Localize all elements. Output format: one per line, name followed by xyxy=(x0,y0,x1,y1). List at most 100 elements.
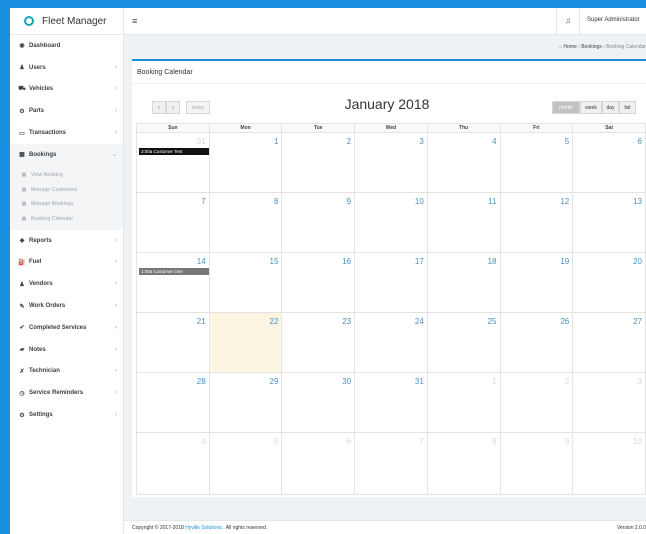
brand[interactable]: Fleet Manager xyxy=(10,8,123,35)
calendar-day-cell[interactable]: 24 xyxy=(354,312,428,373)
day-number[interactable]: 2 xyxy=(347,137,351,146)
sidebar-item-fuel[interactable]: ⛽ Fuel ‹ xyxy=(10,252,123,274)
view-month-button[interactable]: month xyxy=(552,101,580,114)
day-number[interactable]: 27 xyxy=(633,317,642,326)
calendar-day-cell[interactable]: 10 xyxy=(572,432,646,495)
calendar-day-cell[interactable]: 6 xyxy=(281,432,356,495)
calendar-day-cell[interactable]: 26 xyxy=(499,312,574,373)
sidebar-item-settings[interactable]: ⚙ Settings ‹ xyxy=(10,404,123,426)
calendar-day-cell[interactable]: 9 xyxy=(281,192,356,253)
day-number[interactable]: 6 xyxy=(638,137,642,146)
day-number[interactable]: 3 xyxy=(419,137,423,146)
calendar-day-cell[interactable]: 10 xyxy=(354,192,428,253)
day-number[interactable]: 1 xyxy=(492,377,496,386)
calendar-day-cell[interactable]: 29 xyxy=(208,372,283,433)
sidebar-item-bookings[interactable]: ▦ Bookings ⌄ xyxy=(10,143,123,166)
day-number[interactable]: 4 xyxy=(201,437,205,446)
day-number[interactable]: 9 xyxy=(565,437,569,446)
calendar-day-cell[interactable]: 17 xyxy=(354,252,428,313)
day-number[interactable]: 14 xyxy=(197,257,206,266)
day-number[interactable]: 3 xyxy=(638,377,642,386)
day-number[interactable]: 7 xyxy=(419,437,423,446)
calendar-day-cell[interactable]: 2 xyxy=(281,132,356,193)
day-number[interactable]: 11 xyxy=(488,197,496,206)
calendar-day-cell[interactable]: 1 xyxy=(208,132,283,193)
day-number[interactable]: 22 xyxy=(270,317,279,326)
day-number[interactable]: 8 xyxy=(492,437,496,446)
day-number[interactable]: 5 xyxy=(274,437,278,446)
user-menu[interactable]: Super Administrator xyxy=(587,17,640,23)
sidebar-item-users[interactable]: ♟ Users ‹ xyxy=(10,57,123,79)
submenu-item-manage-customers[interactable]: ▦ Manage Customers xyxy=(10,182,123,197)
calendar-day-cell[interactable]: 9 xyxy=(499,432,574,495)
menu-toggle-icon[interactable]: ≡ xyxy=(132,16,137,26)
breadcrumb-section[interactable]: Bookings xyxy=(581,44,602,50)
day-number[interactable]: 6 xyxy=(347,437,351,446)
day-number[interactable]: 31 xyxy=(415,377,424,386)
calendar-day-cell[interactable]: 4 xyxy=(426,132,501,193)
sidebar-item-service-reminders[interactable]: ◷ Service Reminders ‹ xyxy=(10,382,123,404)
prev-month-button[interactable]: ‹ xyxy=(152,101,166,114)
day-number[interactable]: 7 xyxy=(201,197,205,206)
submenu-item-manage-bookings[interactable]: ▦ Manage Bookings xyxy=(10,197,123,212)
day-number[interactable]: 12 xyxy=(560,197,569,206)
day-number[interactable]: 20 xyxy=(633,257,642,266)
calendar-day-cell[interactable]: 16 xyxy=(281,252,356,313)
day-number[interactable]: 8 xyxy=(274,197,278,206)
calendar-day-cell[interactable]: 31 xyxy=(354,372,428,433)
calendar-event[interactable]: 1:00a Customer One xyxy=(139,268,209,275)
calendar-day-cell[interactable]: 2 xyxy=(499,372,574,433)
today-button[interactable]: today xyxy=(186,101,210,114)
sidebar-item-completed-services[interactable]: ✔ Completed Services ‹ xyxy=(10,317,123,339)
sidebar-item-reports[interactable]: ◆ Reports ‹ xyxy=(10,230,123,252)
calendar-day-cell[interactable]: 31 3:00a Customer Test xyxy=(136,132,210,193)
calendar-day-cell[interactable]: 15 xyxy=(208,252,283,313)
submenu-item-view-booking[interactable]: ▦ View Booking xyxy=(10,168,123,183)
calendar-day-cell[interactable]: 22 xyxy=(208,312,283,373)
calendar-day-cell[interactable]: 28 xyxy=(136,372,210,433)
day-number[interactable]: 25 xyxy=(488,317,497,326)
day-number[interactable]: 2 xyxy=(565,377,569,386)
day-number[interactable]: 4 xyxy=(492,137,496,146)
day-number[interactable]: 13 xyxy=(633,197,642,206)
sidebar-item-technician[interactable]: ✗ Technician ‹ xyxy=(10,361,123,383)
day-number[interactable]: 10 xyxy=(633,437,642,446)
day-number[interactable]: 10 xyxy=(415,197,424,206)
calendar-day-cell[interactable]: 7 xyxy=(136,192,210,253)
view-day-button[interactable]: day xyxy=(602,101,619,114)
calendar-event[interactable]: 3:00a Customer Test xyxy=(139,148,209,155)
calendar-day-cell[interactable]: 25 xyxy=(426,312,501,373)
sidebar-item-dashboard[interactable]: ◉ Dashboard xyxy=(10,35,123,57)
sidebar-item-work-orders[interactable]: ✎ Work Orders ‹ xyxy=(10,295,123,317)
calendar-day-cell[interactable]: 18 xyxy=(426,252,501,313)
calendar-day-cell[interactable]: 11 xyxy=(426,192,501,253)
calendar-day-cell[interactable]: 13 xyxy=(572,192,646,253)
calendar-day-cell[interactable]: 4 xyxy=(136,432,210,495)
day-number[interactable]: 15 xyxy=(270,257,279,266)
day-number[interactable]: 30 xyxy=(342,377,351,386)
sidebar-item-vendors[interactable]: ♟ Vendors ‹ xyxy=(10,273,123,295)
breadcrumb-home[interactable]: Home xyxy=(563,44,576,50)
calendar-day-cell[interactable]: 5 xyxy=(208,432,283,495)
calendar-day-cell[interactable]: 30 xyxy=(281,372,356,433)
day-number[interactable]: 16 xyxy=(342,257,351,266)
sidebar-item-transactions[interactable]: ▭ Transactions ‹ xyxy=(10,122,123,144)
submenu-item-booking-calendar[interactable]: ▦ Booking Calendar xyxy=(10,211,123,226)
day-number[interactable]: 21 xyxy=(197,317,206,326)
day-number[interactable]: 18 xyxy=(488,257,497,266)
calendar-day-cell[interactable]: 27 xyxy=(572,312,646,373)
calendar-day-cell[interactable]: 5 xyxy=(499,132,574,193)
sidebar-item-parts[interactable]: ⚙ Parts ‹ xyxy=(10,100,123,122)
calendar-day-cell[interactable]: 8 xyxy=(426,432,501,495)
calendar-day-cell[interactable]: 21 xyxy=(136,312,210,373)
day-number[interactable]: 31 xyxy=(197,137,206,146)
calendar-day-cell[interactable]: 1 xyxy=(426,372,501,433)
sidebar-item-vehicles[interactable]: ⛟ Vehicles ‹ xyxy=(10,79,123,101)
bell-icon[interactable]: ♫ xyxy=(565,16,571,25)
calendar-day-cell[interactable]: 3 xyxy=(354,132,428,193)
calendar-day-cell[interactable]: 19 xyxy=(499,252,574,313)
view-week-button[interactable]: week xyxy=(580,101,602,114)
day-number[interactable]: 24 xyxy=(415,317,424,326)
calendar-day-cell[interactable]: 12 xyxy=(499,192,574,253)
sidebar-item-notes[interactable]: ▰ Notes ‹ xyxy=(10,339,123,361)
